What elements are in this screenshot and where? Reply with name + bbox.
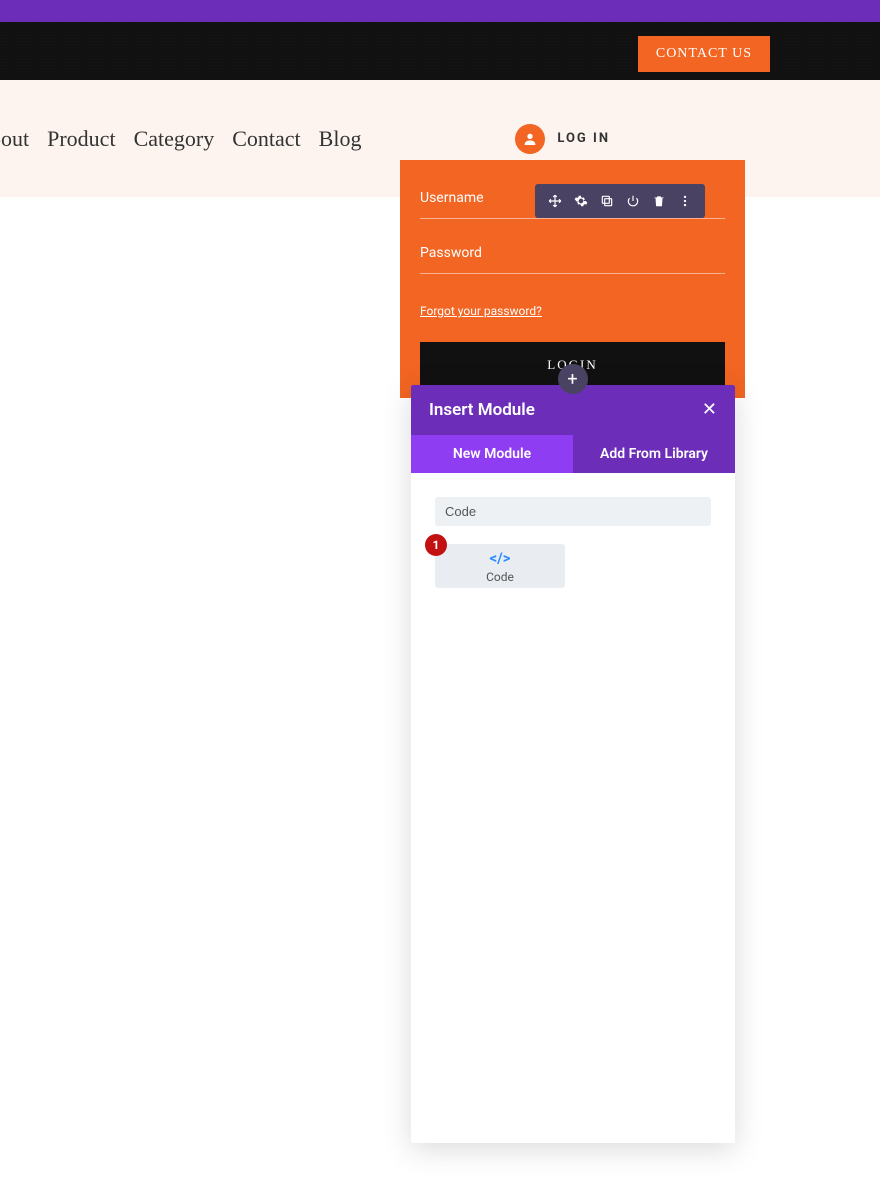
code-icon: </>: [490, 549, 511, 567]
move-icon[interactable]: [547, 193, 563, 209]
login-panel: Username Password Forgot your password? …: [400, 160, 745, 398]
duplicate-icon[interactable]: [599, 193, 615, 209]
tab-add-from-library[interactable]: Add From Library: [573, 435, 735, 473]
modal-body: 1 </> Code: [411, 473, 735, 1143]
username-input[interactable]: [420, 218, 725, 219]
nav-links: bout Product Category Contact Blog: [0, 126, 361, 152]
purple-top-bar: [0, 0, 880, 22]
login-link[interactable]: LOG IN: [515, 124, 610, 154]
gear-icon[interactable]: [573, 193, 589, 209]
module-grid: 1 </> Code: [435, 544, 711, 588]
add-module-button[interactable]: +: [558, 364, 588, 394]
more-icon[interactable]: [677, 193, 693, 209]
module-search-input[interactable]: [435, 497, 711, 526]
forgot-password-link[interactable]: Forgot your password?: [420, 304, 542, 318]
contact-us-button[interactable]: CONTACT US: [638, 36, 770, 72]
nav-item-category[interactable]: Category: [134, 126, 215, 152]
module-toolbar: [535, 184, 705, 218]
user-icon: [515, 124, 545, 154]
nav-item-contact[interactable]: Contact: [232, 126, 300, 152]
login-label: LOG IN: [557, 131, 610, 146]
module-code[interactable]: 1 </> Code: [435, 544, 565, 588]
trash-icon[interactable]: [651, 193, 667, 209]
nav-item-blog[interactable]: Blog: [319, 126, 362, 152]
top-dark-bar: CONTACT US: [0, 22, 880, 80]
modal-title: Insert Module: [429, 400, 535, 420]
module-label: Code: [486, 570, 514, 584]
power-icon[interactable]: [625, 193, 641, 209]
nav-item-product[interactable]: Product: [47, 126, 115, 152]
password-input[interactable]: [420, 273, 725, 274]
step-badge: 1: [425, 534, 447, 556]
close-icon[interactable]: ✕: [702, 401, 717, 419]
modal-tabs: New Module Add From Library: [411, 435, 735, 473]
insert-module-modal: Insert Module ✕ New Module Add From Libr…: [411, 385, 735, 1143]
tab-new-module[interactable]: New Module: [411, 435, 573, 473]
password-label: Password: [420, 245, 725, 261]
nav-item-about[interactable]: bout: [0, 126, 29, 152]
